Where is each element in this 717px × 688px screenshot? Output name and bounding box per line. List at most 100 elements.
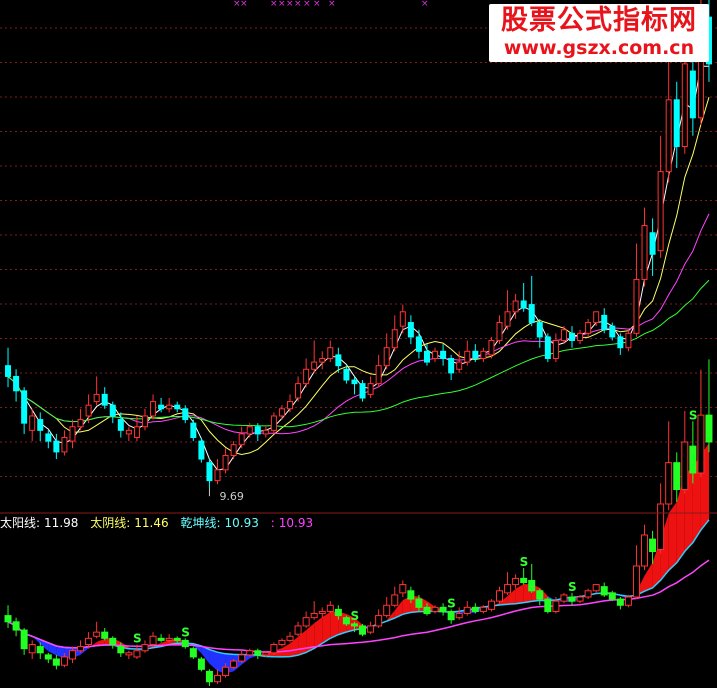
candle — [5, 347, 12, 388]
candle-body — [125, 429, 132, 435]
mini-candle-body — [624, 596, 632, 606]
mini-candle-body — [117, 646, 125, 654]
candle-body — [432, 350, 439, 359]
mini-candle-body — [101, 631, 109, 639]
candle — [37, 412, 44, 442]
candle-body — [423, 350, 430, 363]
buy-signal-label: S — [350, 609, 359, 623]
candle — [496, 315, 503, 345]
candle — [440, 344, 447, 366]
candle — [367, 376, 374, 398]
stock-chart: S S S S S S S × × × × × × × × × × 9.69 — [0, 0, 717, 687]
signal-marker: × — [328, 0, 336, 9]
candle — [544, 333, 551, 363]
candle — [311, 340, 318, 373]
candle-body — [174, 404, 181, 410]
mini-candle-body — [512, 577, 520, 586]
candle-body — [343, 368, 350, 381]
buy-signal-label: S — [181, 625, 190, 639]
candle-body — [681, 63, 688, 148]
candle-body — [448, 357, 455, 374]
extra-line-readout: :10.93 — [270, 516, 314, 530]
candle — [464, 340, 471, 366]
candle — [109, 401, 116, 424]
candle — [101, 387, 108, 409]
mini-candle-body — [616, 598, 624, 606]
mini-candle-body — [641, 534, 649, 567]
candle-body — [327, 347, 334, 359]
candle-body — [585, 322, 592, 334]
candle-body — [150, 401, 157, 417]
candle-body — [158, 404, 165, 410]
band-segment — [644, 562, 653, 592]
mini-candle-body — [141, 644, 149, 652]
watermark-title: 股票公式指标网 — [501, 5, 697, 36]
candle-body — [601, 314, 608, 331]
mini-candle-body — [455, 613, 463, 619]
candle — [262, 426, 269, 438]
candle-body — [552, 340, 559, 359]
watermark-url: www.gszx.com.cn — [503, 37, 695, 59]
mini-candle-body — [447, 610, 455, 621]
candle — [649, 218, 656, 276]
mini-candle-body — [254, 650, 262, 656]
mini-candle-body — [165, 637, 173, 641]
candle — [174, 401, 181, 413]
mini-candle-body — [592, 584, 600, 592]
mini-candle-body — [673, 462, 681, 491]
mini-candle-body — [487, 600, 495, 610]
candle-body — [577, 332, 584, 342]
candle-body — [544, 336, 551, 359]
candle-body — [456, 361, 463, 370]
candle — [343, 365, 350, 384]
candle-body — [262, 429, 269, 435]
candle-body — [295, 383, 302, 399]
mini-candle-body — [278, 639, 286, 646]
buy-signal-label: S — [133, 632, 142, 646]
mini-candle-body — [367, 625, 375, 633]
signal-marker: × — [421, 0, 429, 9]
candle — [407, 315, 414, 345]
mini-candle-body — [528, 579, 536, 592]
candle — [182, 405, 189, 424]
candle-body — [520, 300, 527, 309]
mini-candle-body — [552, 600, 560, 612]
signal-marker: × — [286, 0, 294, 9]
low-price-annotation: 9.69 — [208, 488, 244, 503]
mini-candle-body — [584, 590, 592, 598]
candle — [287, 394, 294, 413]
candle-body — [407, 322, 414, 338]
mini-candle-body — [12, 621, 20, 631]
signal-marker: × — [303, 0, 311, 9]
mini-candle-body — [222, 666, 230, 677]
candle-body — [101, 393, 108, 406]
candle — [536, 318, 543, 348]
candle — [125, 426, 132, 442]
qiankun-line-readout: 乾坤线: 10.93 — [180, 516, 259, 530]
candle-body — [69, 426, 76, 442]
candle — [21, 387, 28, 434]
mini-candle-body — [4, 615, 12, 623]
candle — [585, 318, 592, 337]
mini-candle-body — [520, 577, 528, 584]
ma-mid-line — [7, 97, 710, 456]
candle — [673, 81, 680, 169]
candle-body — [238, 433, 245, 446]
mini-candle-body — [109, 637, 117, 646]
mini-candle-body — [286, 635, 294, 641]
candle-body — [222, 454, 229, 471]
candle-body — [351, 379, 358, 385]
mini-candle-body — [197, 658, 205, 670]
mini-candle-body — [294, 625, 302, 635]
candle-body — [609, 325, 616, 338]
low-price-label: 9.69 — [219, 490, 244, 503]
candle-body — [625, 332, 632, 349]
mini-candle-body — [544, 598, 552, 612]
mini-candle-body — [214, 675, 222, 683]
candle-body — [569, 332, 576, 342]
mini-candle-body — [697, 414, 705, 474]
mini-candle-body — [230, 660, 238, 668]
candle-body — [359, 383, 366, 399]
mini-candle-body — [359, 625, 367, 635]
mini-candle-body — [576, 596, 584, 602]
